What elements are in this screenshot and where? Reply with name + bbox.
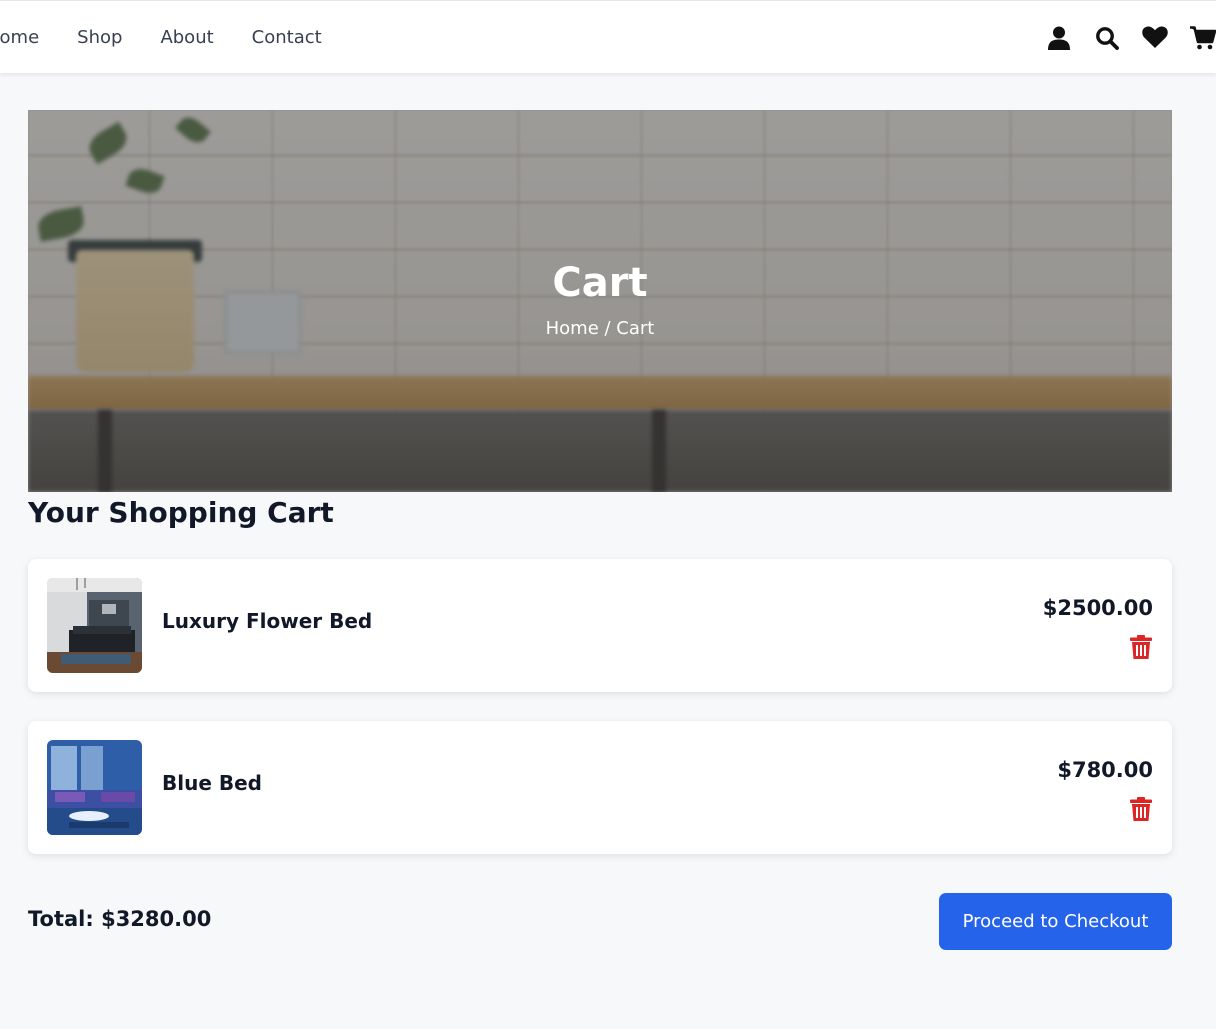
cart-item: Luxury Flower Bed $2500.00 [28, 559, 1172, 692]
hero-banner: Cart Home / Cart [28, 110, 1172, 492]
heart-icon[interactable] [1142, 25, 1168, 51]
product-price: $2500.00 [1042, 596, 1153, 620]
product-image [47, 740, 142, 835]
nav-link-about[interactable]: About [160, 27, 213, 48]
navbar: Home Shop About Contact [0, 0, 1216, 73]
search-icon[interactable] [1094, 25, 1120, 51]
product-name: Blue Bed [162, 771, 262, 795]
product-image [47, 578, 142, 673]
trash-icon[interactable] [1130, 797, 1152, 821]
cart-icon[interactable] [1190, 25, 1216, 51]
cart-total: Total: $3280.00 [28, 907, 212, 931]
nav-links: Home Shop About Contact [0, 1, 322, 74]
breadcrumb: Home / Cart [545, 318, 655, 339]
nav-link-contact[interactable]: Contact [252, 27, 322, 48]
cart-heading: Your Shopping Cart [28, 496, 334, 529]
nav-link-shop[interactable]: Shop [77, 27, 122, 48]
user-icon[interactable] [1046, 25, 1072, 51]
nav-link-home[interactable]: Home [0, 27, 39, 48]
page-title: Cart [552, 260, 648, 306]
trash-icon[interactable] [1130, 635, 1152, 659]
nav-icons [1046, 1, 1216, 74]
cart-item: Blue Bed $780.00 [28, 721, 1172, 854]
checkout-button[interactable]: Proceed to Checkout [939, 893, 1172, 950]
product-name: Luxury Flower Bed [162, 609, 373, 633]
product-price: $780.00 [1057, 758, 1153, 782]
